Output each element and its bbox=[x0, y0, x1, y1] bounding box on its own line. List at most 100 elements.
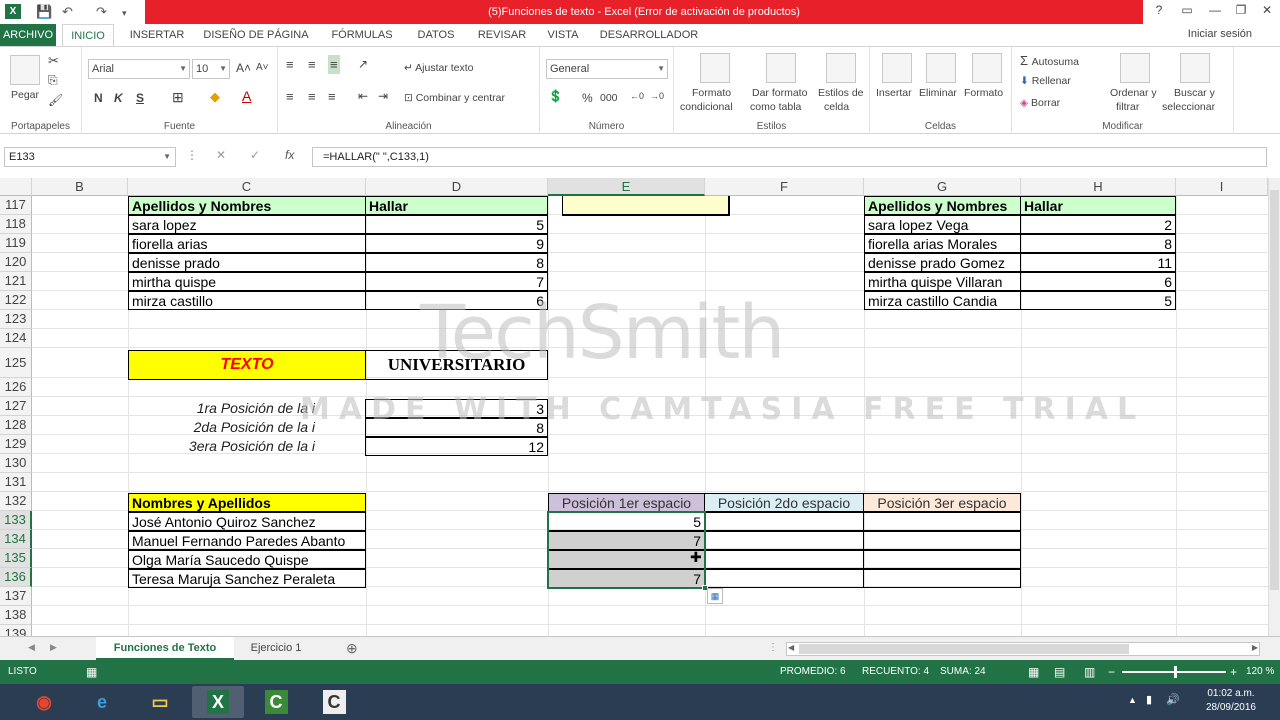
row-header[interactable]: 118 bbox=[0, 215, 32, 234]
table2-cell-value[interactable]: 11 bbox=[1020, 253, 1176, 272]
align-bottom-icon[interactable]: ≡ bbox=[328, 55, 340, 74]
page-layout-icon[interactable]: ▤ bbox=[1054, 660, 1065, 684]
close-button[interactable]: ✕ bbox=[1254, 3, 1280, 17]
table3-cell-pos2[interactable] bbox=[704, 531, 864, 550]
table3-header-pos2[interactable]: Posición 2do espacio bbox=[704, 493, 864, 512]
fill-color-icon[interactable]: ◆ bbox=[210, 89, 220, 105]
macro-record-icon[interactable]: ▦ bbox=[86, 660, 97, 684]
clear-button[interactable]: ◈ Borrar bbox=[1020, 97, 1060, 109]
sheet-tab-funciones-de-texto[interactable]: Funciones de Texto bbox=[96, 637, 234, 660]
camtasia-recorder-icon[interactable]: C bbox=[308, 686, 360, 718]
column-header-h[interactable]: H bbox=[1021, 178, 1176, 196]
decrease-indent-icon[interactable]: ⇤ bbox=[358, 89, 368, 103]
font-name-select[interactable]: Arial ▼ bbox=[88, 59, 190, 79]
row-header[interactable]: 121 bbox=[0, 272, 32, 291]
table3-cell-pos2[interactable] bbox=[704, 550, 864, 569]
sheet-tab-ejercicio-1[interactable]: Ejercicio 1 bbox=[236, 637, 316, 660]
name-box[interactable]: E133 ▼ bbox=[4, 147, 176, 167]
vertical-scrollbar-thumb[interactable] bbox=[1270, 190, 1279, 590]
align-right-icon[interactable]: ≡ bbox=[328, 89, 336, 104]
position-label[interactable]: 3era Posición de la i bbox=[128, 437, 318, 456]
italic-button[interactable]: K bbox=[114, 91, 123, 105]
restore-button[interactable]: ❐ bbox=[1228, 3, 1254, 17]
table2-cell-name[interactable]: mirtha quispe Villaran bbox=[864, 272, 1021, 291]
tab-desarrollador[interactable]: DESARROLLADOR bbox=[596, 24, 702, 46]
row-header[interactable]: 126 bbox=[0, 378, 32, 397]
minimize-button[interactable]: — bbox=[1202, 3, 1228, 17]
find-select-label-2[interactable]: seleccionar bbox=[1162, 101, 1215, 113]
horizontal-scrollbar[interactable]: ◀ ▶ bbox=[786, 642, 1260, 656]
enter-icon[interactable]: ✓ bbox=[250, 148, 260, 162]
table3-cell-name[interactable]: Teresa Maruja Sanchez Peraleta bbox=[128, 569, 366, 588]
underline-button[interactable]: S bbox=[136, 91, 144, 105]
ribbon-display-button[interactable]: ▭ bbox=[1174, 3, 1200, 17]
row-header[interactable]: 117 bbox=[0, 196, 32, 215]
row-header[interactable]: 129 bbox=[0, 435, 32, 454]
format-table-label-2[interactable]: como tabla bbox=[750, 101, 801, 113]
horizontal-scrollbar-thumb[interactable] bbox=[799, 644, 1129, 654]
merge-center-button[interactable]: ⊡ Combinar y centrar bbox=[404, 92, 505, 104]
table3-cell-name[interactable]: Manuel Fernando Paredes Abanto bbox=[128, 531, 366, 550]
normal-view-icon[interactable]: ▦ bbox=[1028, 660, 1039, 684]
volume-icon[interactable]: 🔊 bbox=[1166, 693, 1180, 706]
wrap-text-button[interactable]: ↵ Ajustar texto bbox=[404, 62, 474, 74]
align-middle-icon[interactable]: ≡ bbox=[308, 57, 316, 72]
table2-cell-name[interactable]: fiorella arias Morales bbox=[864, 234, 1021, 253]
format-painter-icon[interactable]: 🖌 bbox=[48, 93, 63, 107]
table1-cell-value[interactable]: 5 bbox=[365, 215, 548, 234]
table1-cell-value[interactable]: 7 bbox=[365, 272, 548, 291]
insert-cells-label[interactable]: Insertar bbox=[876, 87, 912, 99]
zoom-out-icon[interactable]: − bbox=[1108, 660, 1115, 684]
row-header[interactable]: 139 bbox=[0, 625, 32, 636]
conditional-format-icon[interactable] bbox=[700, 53, 730, 83]
tab-diseno[interactable]: DISEÑO DE PÁGINA bbox=[200, 24, 312, 46]
row-header[interactable]: 119 bbox=[0, 234, 32, 253]
borders-icon[interactable]: ⊞ bbox=[172, 89, 184, 106]
texto-label[interactable]: TEXTO bbox=[128, 350, 366, 380]
autosum-button[interactable]: Σ Autosuma bbox=[1020, 53, 1079, 68]
table1-header-name[interactable]: Apellidos y Nombres bbox=[128, 196, 366, 215]
table2-cell-value[interactable]: 2 bbox=[1020, 215, 1176, 234]
table2-header-name[interactable]: Apellidos y Nombres bbox=[864, 196, 1021, 215]
column-header-g[interactable]: G bbox=[864, 178, 1021, 196]
table1-header-find[interactable]: Hallar bbox=[365, 196, 548, 215]
redo-icon[interactable]: ↷ bbox=[96, 4, 107, 20]
help-button[interactable]: ? bbox=[1146, 3, 1172, 17]
table2-header-find[interactable]: Hallar bbox=[1020, 196, 1176, 215]
grow-font-icon[interactable]: A˄ bbox=[236, 61, 251, 75]
copy-icon[interactable]: ⎘ bbox=[48, 73, 58, 88]
cell-styles-label-1[interactable]: Estilos de bbox=[818, 87, 864, 99]
page-break-icon[interactable]: ▥ bbox=[1084, 660, 1095, 684]
position-label[interactable]: 1ra Posición de la i bbox=[128, 399, 318, 418]
column-header-f[interactable]: F bbox=[705, 178, 864, 196]
table3-header-name[interactable]: Nombres y Apellidos bbox=[128, 493, 366, 512]
number-format-select[interactable]: General ▼ bbox=[546, 59, 668, 79]
taskbar-clock[interactable]: 01:02 a.m. 28/09/2016 bbox=[1206, 687, 1256, 715]
row-header[interactable]: 122 bbox=[0, 291, 32, 310]
paste-icon[interactable] bbox=[10, 55, 40, 85]
tab-vista[interactable]: VISTA bbox=[540, 24, 586, 46]
scroll-right-icon[interactable]: ▶ bbox=[1252, 643, 1258, 652]
find-select-icon[interactable] bbox=[1180, 53, 1210, 83]
row-header[interactable]: 137 bbox=[0, 587, 32, 606]
row-header[interactable]: 131 bbox=[0, 473, 32, 492]
column-header-d[interactable]: D bbox=[366, 178, 548, 196]
network-icon[interactable]: ▮ bbox=[1146, 693, 1152, 706]
table3-cell-pos2[interactable] bbox=[704, 512, 864, 531]
row-header[interactable]: 120 bbox=[0, 253, 32, 272]
table1-cell-name[interactable]: mirtha quispe bbox=[128, 272, 366, 291]
row-header[interactable]: 130 bbox=[0, 454, 32, 473]
internet-explorer-icon[interactable]: e bbox=[76, 686, 128, 718]
prev-sheet-icon[interactable]: ◀ bbox=[28, 642, 35, 653]
zoom-level[interactable]: 120 % bbox=[1246, 660, 1274, 684]
camtasia-icon[interactable]: C bbox=[250, 686, 302, 718]
insert-cells-icon[interactable] bbox=[882, 53, 912, 83]
thousands-button[interactable]: 000 bbox=[600, 92, 618, 104]
sign-in-link[interactable]: Iniciar sesión bbox=[1188, 28, 1252, 40]
row-header[interactable]: 134 bbox=[0, 530, 32, 549]
font-size-select[interactable]: 10 ▼ bbox=[192, 59, 230, 79]
cell-styles-label-2[interactable]: celda bbox=[824, 101, 849, 113]
chrome-icon[interactable]: ◉ bbox=[18, 686, 70, 718]
table3-header-pos3[interactable]: Posición 3er espacio bbox=[863, 493, 1021, 512]
zoom-in-icon[interactable]: + bbox=[1230, 660, 1237, 684]
